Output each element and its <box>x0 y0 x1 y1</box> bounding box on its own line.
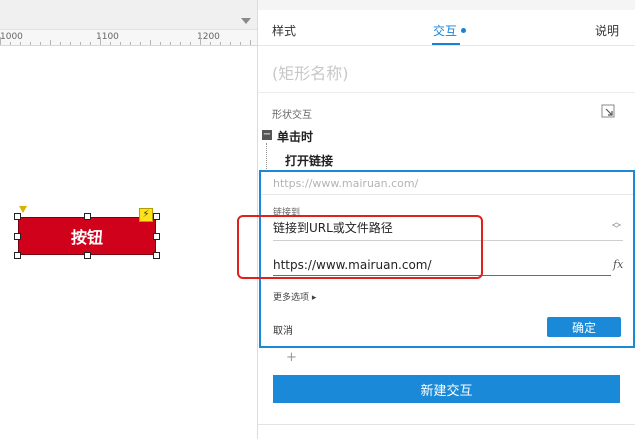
resize-handle[interactable] <box>84 213 91 220</box>
divider <box>261 194 633 195</box>
inspector-tabs: 样式 交互 说明 <box>258 10 635 46</box>
tree-connector <box>266 143 267 169</box>
widget-label: 按钮 <box>70 228 103 247</box>
ruler-tick <box>70 42 71 45</box>
resize-handle[interactable] <box>84 252 91 259</box>
url-preview: https://www.mairuan.com/ <box>273 177 419 190</box>
resize-handle[interactable] <box>153 233 160 240</box>
ruler-tick <box>90 42 91 45</box>
resize-handle[interactable] <box>14 233 21 240</box>
section-label: 形状交互 <box>272 110 312 121</box>
ok-button[interactable]: 确定 <box>547 317 621 337</box>
rotation-handle-icon[interactable] <box>19 206 27 213</box>
select-arrows-icon: ︿ ﹀ <box>611 218 621 235</box>
ruler-tick <box>180 42 181 45</box>
ruler-tick <box>190 42 191 45</box>
link-type-value: 链接到URL或文件路径 <box>273 221 393 235</box>
add-icon[interactable]: + <box>286 350 297 365</box>
divider <box>258 92 635 93</box>
ruler-tick <box>250 40 251 45</box>
ruler-tick <box>50 40 51 45</box>
expand-dialog-icon[interactable] <box>601 104 615 118</box>
ruler-label: 1000 <box>0 32 23 42</box>
ruler-tick <box>130 42 131 45</box>
more-options-toggle[interactable]: 更多选项 ▸ <box>273 290 316 303</box>
ruler-tick <box>170 42 171 45</box>
ruler-tick <box>200 37 201 45</box>
dropdown-arrow-icon[interactable] <box>241 18 251 24</box>
link-editor-box: https://www.mairuan.com/ 链接到 链接到URL或文件路径… <box>259 170 635 348</box>
ruler-tick <box>100 37 101 45</box>
cancel-button[interactable]: 取消 <box>273 322 293 337</box>
shape-name-field[interactable]: (矩形名称) <box>272 60 349 84</box>
canvas-top-bar <box>0 0 257 30</box>
ruler-tick <box>40 42 41 45</box>
function-icon[interactable]: fx <box>613 258 623 271</box>
link-to-label: 链接到 <box>273 208 301 218</box>
ruler-tick <box>160 42 161 45</box>
inspector-panel: 样式 交互 说明 (矩形名称) 形状交互 − 单击时 打开链接 https://… <box>257 0 635 439</box>
lightning-icon: ⚡ <box>139 208 153 222</box>
ruler-tick <box>140 42 141 45</box>
selected-button-widget[interactable]: 按钮 <box>18 217 156 255</box>
ruler-tick <box>110 42 111 45</box>
divider <box>258 424 635 425</box>
tab-style[interactable]: 样式 <box>272 22 296 39</box>
resize-handle[interactable] <box>14 213 21 220</box>
horizontal-ruler: 1000 1100 1200 <box>0 30 257 46</box>
ruler-tick <box>30 42 31 45</box>
url-input[interactable] <box>273 254 611 276</box>
ruler-tick <box>80 42 81 45</box>
ruler-tick <box>60 42 61 45</box>
action-open-link[interactable]: 打开链接 <box>285 152 333 169</box>
event-on-click[interactable]: 单击时 <box>277 128 313 145</box>
active-tab-underline <box>432 43 460 45</box>
ruler-tick <box>230 42 231 45</box>
ruler-tick <box>0 37 1 45</box>
ruler-tick <box>240 42 241 45</box>
tab-notes[interactable]: 说明 <box>595 22 619 39</box>
resize-handle[interactable] <box>14 252 21 259</box>
tab-interaction[interactable]: 交互 <box>433 22 457 39</box>
panel-top-strip <box>258 0 635 10</box>
link-type-select[interactable]: 链接到URL或文件路径 ︿ ﹀ <box>273 219 623 241</box>
new-interaction-button[interactable]: 新建交互 <box>273 375 620 403</box>
ruler-tick <box>220 42 221 45</box>
design-canvas[interactable]: 1000 1100 1200 按钮 ⚡ <box>0 0 257 439</box>
ruler-tick <box>10 42 11 45</box>
ruler-tick <box>120 42 121 45</box>
resize-handle[interactable] <box>153 213 160 220</box>
ruler-tick <box>150 40 151 45</box>
collapse-icon[interactable]: − <box>262 130 272 140</box>
resize-handle[interactable] <box>153 252 160 259</box>
ruler-tick <box>20 42 21 45</box>
ruler-tick <box>210 42 211 45</box>
tab-status-dot-icon <box>461 28 466 33</box>
